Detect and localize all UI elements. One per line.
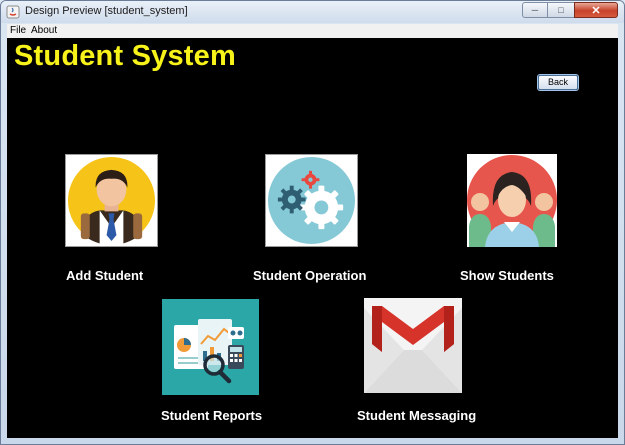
student-reports-label: Student Reports [161, 408, 263, 423]
main-panel: Student System Back Add Student Student … [7, 38, 618, 438]
add-student-label: Add Student [66, 268, 144, 283]
student-reports-tile[interactable] [162, 299, 259, 395]
close-button[interactable]: ✕ [574, 2, 618, 18]
gears-icon [267, 156, 356, 245]
menu-file[interactable]: File [10, 25, 26, 36]
window-controls: ─ □ ✕ [522, 2, 618, 18]
back-button[interactable]: Back [538, 75, 578, 90]
minimize-button[interactable]: ─ [522, 2, 548, 18]
maximize-button[interactable]: □ [548, 2, 574, 18]
minimize-icon: ─ [531, 5, 539, 15]
add-student-tile[interactable] [65, 154, 158, 247]
reports-icon [162, 299, 259, 395]
title-bar: Design Preview [student_system] ─ □ ✕ [1, 1, 624, 23]
app-window: Design Preview [student_system] ─ □ ✕ Fi… [0, 0, 625, 445]
java-app-icon [6, 5, 20, 19]
show-students-tile[interactable] [467, 154, 557, 247]
student-avatar-icon [67, 156, 156, 245]
show-students-label: Show Students [460, 268, 554, 283]
student-messaging-label: Student Messaging [357, 408, 477, 423]
students-group-icon [467, 154, 557, 247]
student-operation-label: Student Operation [253, 268, 367, 283]
student-operation-tile[interactable] [265, 154, 358, 247]
student-messaging-tile[interactable] [364, 298, 462, 393]
mail-icon [364, 298, 462, 393]
menu-about[interactable]: About [31, 25, 57, 36]
close-icon: ✕ [591, 4, 601, 17]
maximize-icon: □ [558, 5, 564, 15]
window-title: Design Preview [student_system] [25, 5, 188, 17]
page-title: Student System [14, 40, 236, 72]
menu-bar: File About [7, 24, 618, 38]
